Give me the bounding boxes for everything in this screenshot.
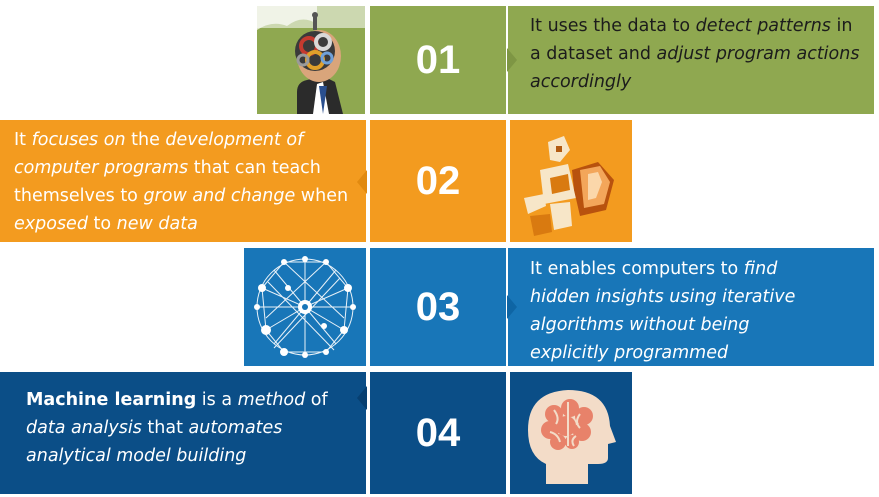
text-segment: that (141, 418, 189, 438)
row-2-image-panel (510, 120, 632, 242)
text-segment: of (305, 390, 328, 410)
text-segment: data analysis (26, 418, 142, 438)
row-4-notch (357, 386, 367, 410)
row-1-number-panel: 01 (370, 6, 506, 114)
text-segment: It (14, 130, 32, 150)
row-3-text-panel: It enables computers to find hidden insi… (507, 248, 874, 367)
text-segment: without being (623, 315, 750, 335)
text-segment: It uses the data to (530, 16, 696, 36)
row-1-notch (507, 48, 517, 72)
row-3-description: It enables computers to find hidden insi… (530, 255, 830, 367)
row-3-image-panel (244, 248, 366, 366)
text-segment: when (295, 186, 349, 206)
row-2-text-panel: It focuses on the development of compute… (0, 120, 367, 242)
text-segment: detect patterns (695, 16, 831, 36)
text-segment: explicitly programmed (530, 343, 729, 363)
row-2-number: 02 (415, 158, 461, 203)
row-2-notch (357, 170, 367, 194)
text-segment: the (125, 130, 166, 150)
text-segment: to (87, 214, 117, 234)
text-segment: new data (116, 214, 198, 234)
text-segment: grow and change (143, 186, 296, 206)
row-3-number: 03 (415, 284, 461, 329)
text-segment: Machine learning (26, 390, 197, 410)
brain-head-icon (528, 390, 616, 484)
row-2-description: It focuses on the development of compute… (14, 126, 349, 238)
text-segment: is a (196, 390, 238, 410)
row-4-description: Machine learning is a method of data ana… (26, 386, 344, 470)
head-gears-icon (257, 6, 365, 114)
robot-reading-book-icon (524, 136, 614, 236)
row-4-number: 04 (415, 410, 461, 455)
text-segment: method (237, 390, 306, 410)
row-3-notch (507, 295, 517, 319)
row-4-text-panel: Machine learning is a method of data ana… (0, 372, 367, 494)
row-1-number: 01 (415, 37, 461, 82)
text-segment: It enables computers to (530, 259, 744, 279)
row-1-text-panel: It uses the data to detect patterns in a… (507, 6, 874, 114)
network-globe-icon (254, 256, 356, 358)
row-1-image-panel (257, 6, 365, 114)
text-segment: focuses on (31, 130, 126, 150)
row-1-description: It uses the data to detect patterns in a… (530, 12, 860, 96)
text-segment: exposed (14, 214, 88, 234)
row-3-number-panel: 03 (370, 248, 506, 366)
row-4-number-panel: 04 (370, 372, 506, 494)
row-2-number-panel: 02 (370, 120, 506, 242)
row-4-image-panel (510, 372, 632, 494)
